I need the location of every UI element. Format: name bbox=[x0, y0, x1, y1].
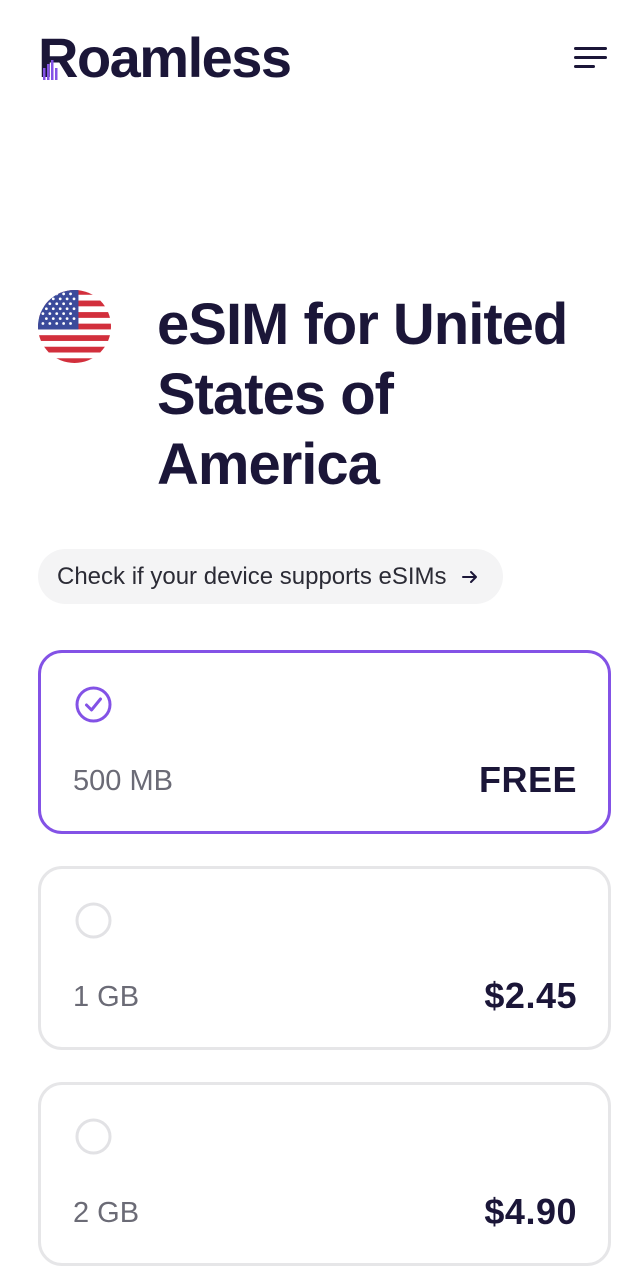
page-title: eSIM for United States of America bbox=[157, 292, 568, 497]
plan-price: $4.90 bbox=[484, 1191, 577, 1232]
roamless-logo[interactable]: Roamless bbox=[38, 28, 292, 88]
plan-data-size: 2 GB bbox=[73, 1197, 140, 1229]
us-flag-icon bbox=[37, 289, 112, 364]
plan-option-1gb[interactable]: 1 GB $2.45 bbox=[38, 866, 611, 1050]
top-bar: Roamless bbox=[0, 0, 640, 110]
radio-unchecked-icon bbox=[75, 1118, 112, 1155]
radio-unchecked-icon bbox=[75, 902, 112, 939]
radio-checked-icon bbox=[75, 686, 112, 723]
plan-data-size: 500 MB bbox=[73, 765, 173, 797]
check-device-support-link[interactable]: Check if your device supports eSIMs bbox=[38, 549, 503, 604]
plan-data-size: 1 GB bbox=[73, 981, 140, 1013]
check-device-label: Check if your device supports eSIMs bbox=[57, 562, 447, 590]
logo-signal-icon bbox=[43, 60, 58, 80]
page: Roamless eSIM for United States of Ameri… bbox=[0, 0, 640, 1287]
plan-price: FREE bbox=[478, 759, 577, 800]
plan-option-500mb[interactable]: 500 MB FREE bbox=[38, 650, 611, 834]
hamburger-menu-icon-line bbox=[574, 65, 595, 68]
hamburger-menu-icon-line bbox=[574, 56, 607, 59]
hamburger-menu-icon bbox=[574, 47, 607, 50]
arrow-right-icon bbox=[461, 570, 477, 583]
plan-price: $2.45 bbox=[484, 975, 577, 1016]
menu-button[interactable] bbox=[566, 40, 612, 76]
plan-option-2gb[interactable]: 2 GB $4.90 bbox=[38, 1082, 611, 1266]
